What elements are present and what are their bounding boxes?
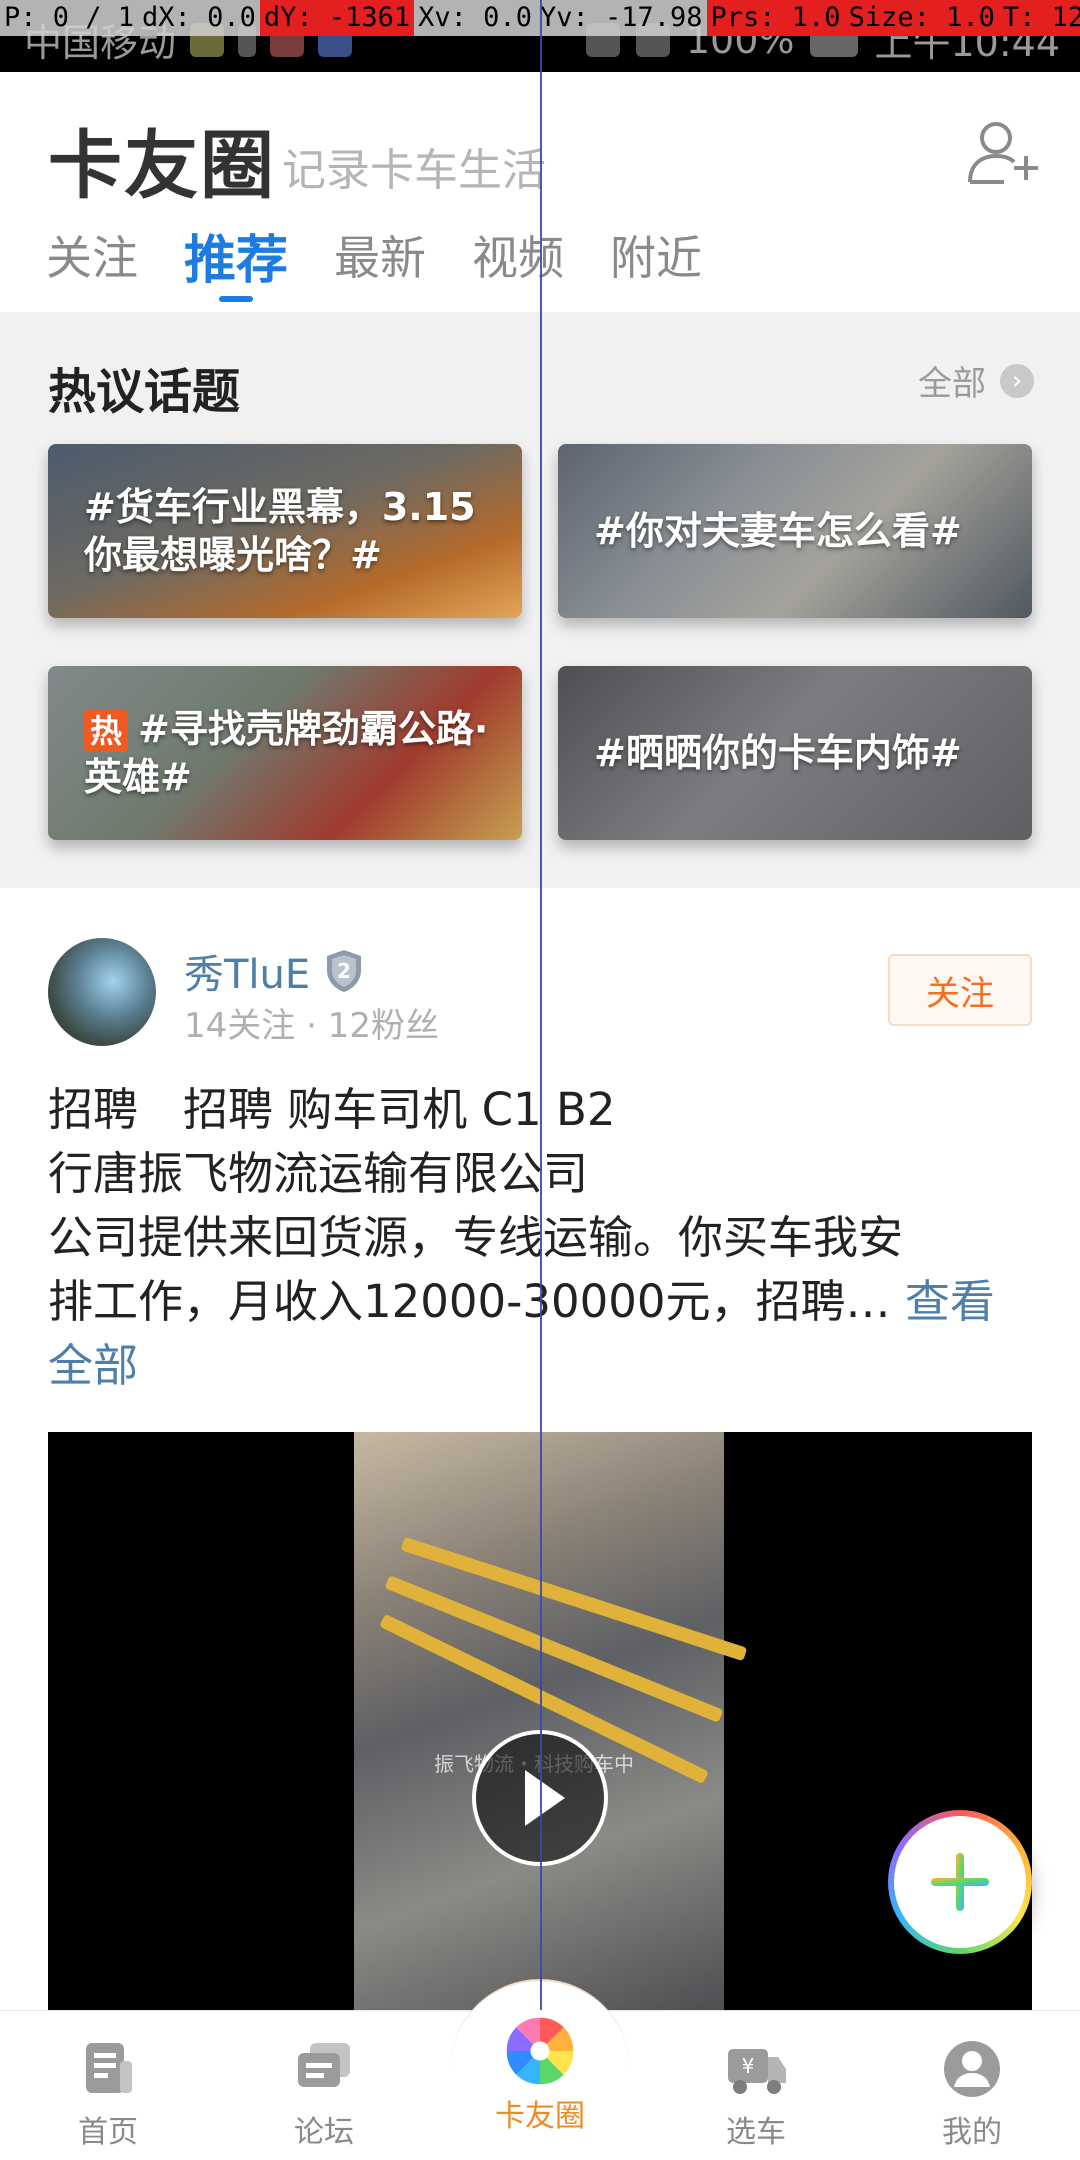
video-thumbnail: 振飞物流・科技购车中 <box>354 1432 748 2010</box>
nav-label: 首页 <box>78 2115 138 2150</box>
feed-tabs: 关注 推荐 最新 视频 附近 <box>46 222 702 302</box>
post-line: 行唐振飞物流运输有限公司 <box>48 1147 589 1200</box>
post-line: 公司提供来回货源，专线运输。你买车我安 <box>48 1211 904 1264</box>
truck-yen-icon: ¥ <box>728 2049 786 2094</box>
nav-label: 卡友圈 <box>495 2099 585 2134</box>
hot-topics-all-link[interactable]: 全部 › <box>918 356 1034 405</box>
app-slogan: 记录卡车生活 <box>282 145 546 196</box>
topic-card-text: #晒晒你的卡车内饰# <box>594 731 962 775</box>
post-body[interactable]: 招聘 招聘 购车司机 C1 B2 行唐振飞物流运输有限公司 公司提供来回货源，专… <box>48 1078 1038 1398</box>
pinwheel-icon <box>506 2017 574 2085</box>
add-friend-icon[interactable] <box>964 112 1044 192</box>
debug-p: P: 0 / 1 <box>4 2 135 33</box>
topic-card-text: #寻找壳牌劲霸公路·英雄# <box>84 707 489 799</box>
debug-size: Size: 1.0 <box>844 0 999 36</box>
create-post-button[interactable] <box>888 1810 1032 1954</box>
level-shield-icon: 2 <box>327 950 362 992</box>
debug-crosshair-line <box>540 0 542 2010</box>
hot-badge: 热 <box>84 710 129 752</box>
avatar[interactable] <box>48 938 156 1046</box>
topic-card-text-wrap: 热 #寻找壳牌劲霸公路·英雄# <box>84 666 498 840</box>
topic-card-text: #货车行业黑幕，3.15你最想曝光啥？# <box>84 485 476 577</box>
nav-label: 选车 <box>726 2115 786 2150</box>
all-label: 全部 <box>918 364 986 404</box>
nav-forum[interactable]: 论坛 <box>234 2011 414 2160</box>
nav-label: 我的 <box>942 2115 1002 2150</box>
tab-recommend[interactable]: 推荐 <box>184 218 288 298</box>
topic-card-text: #你对夫妻车怎么看# <box>594 509 962 553</box>
debug-yv: Yv: -17.98 <box>539 2 703 33</box>
post-line: 招聘 招聘 购车司机 C1 B2 <box>48 1083 616 1136</box>
home-doc-icon <box>86 2043 132 2093</box>
tab-video[interactable]: 视频 <box>472 222 564 302</box>
post-author[interactable]: 秀TluE 2 <box>184 942 364 1000</box>
topic-card[interactable]: #晒晒你的卡车内饰# <box>558 666 1032 840</box>
post-line: 排工作，月收入12000-30000元，招聘… <box>48 1275 891 1328</box>
nav-select-car[interactable]: ¥ 选车 <box>666 2011 846 2160</box>
topic-card[interactable]: #你对夫妻车怎么看# <box>558 444 1032 618</box>
nav-kayouquan[interactable]: 卡友圈 <box>450 2011 630 2160</box>
debug-xv: Xv: 0.0 <box>418 2 532 33</box>
debug-dy: dY: -1361 <box>259 0 415 36</box>
user-profile-icon <box>944 2041 1000 2097</box>
plus-icon <box>931 1853 989 1911</box>
tab-nearby[interactable]: 附近 <box>610 222 702 302</box>
author-stats: 14关注 · 12粉丝 <box>184 1006 439 1046</box>
bottom-navigation: 首页 论坛 卡友圈 ¥ 选车 我的 <box>0 1979 1080 2160</box>
nav-mine[interactable]: 我的 <box>882 2011 1062 2160</box>
author-name: 秀TluE <box>184 952 311 998</box>
nav-label: 论坛 <box>294 2115 354 2150</box>
svg-text:¥: ¥ <box>742 2054 755 2078</box>
debug-t: T: 125401 <box>998 0 1080 36</box>
debug-prs: Prs: 1.0 <box>706 0 845 36</box>
tab-follow[interactable]: 关注 <box>46 222 138 302</box>
debug-dx: dX: 0.0 <box>142 2 256 33</box>
app-brand-title: 卡友圈 <box>48 123 276 209</box>
chevron-right-icon: › <box>1000 363 1034 398</box>
topic-card[interactable]: 热 #寻找壳牌劲霸公路·英雄# <box>48 666 522 840</box>
tab-latest[interactable]: 最新 <box>334 222 426 302</box>
follow-button[interactable]: 关注 <box>888 954 1032 1026</box>
topic-card[interactable]: #货车行业黑幕，3.15你最想曝光啥？# <box>48 444 522 618</box>
level-number: 2 <box>337 959 351 983</box>
hot-topics-title: 热议话题 <box>48 364 241 420</box>
post-line-last: 排工作，月收入12000-30000元，招聘… 查看全部 <box>48 1270 1038 1398</box>
nav-home[interactable]: 首页 <box>18 2011 198 2160</box>
forum-chat-icon <box>298 2043 350 2087</box>
